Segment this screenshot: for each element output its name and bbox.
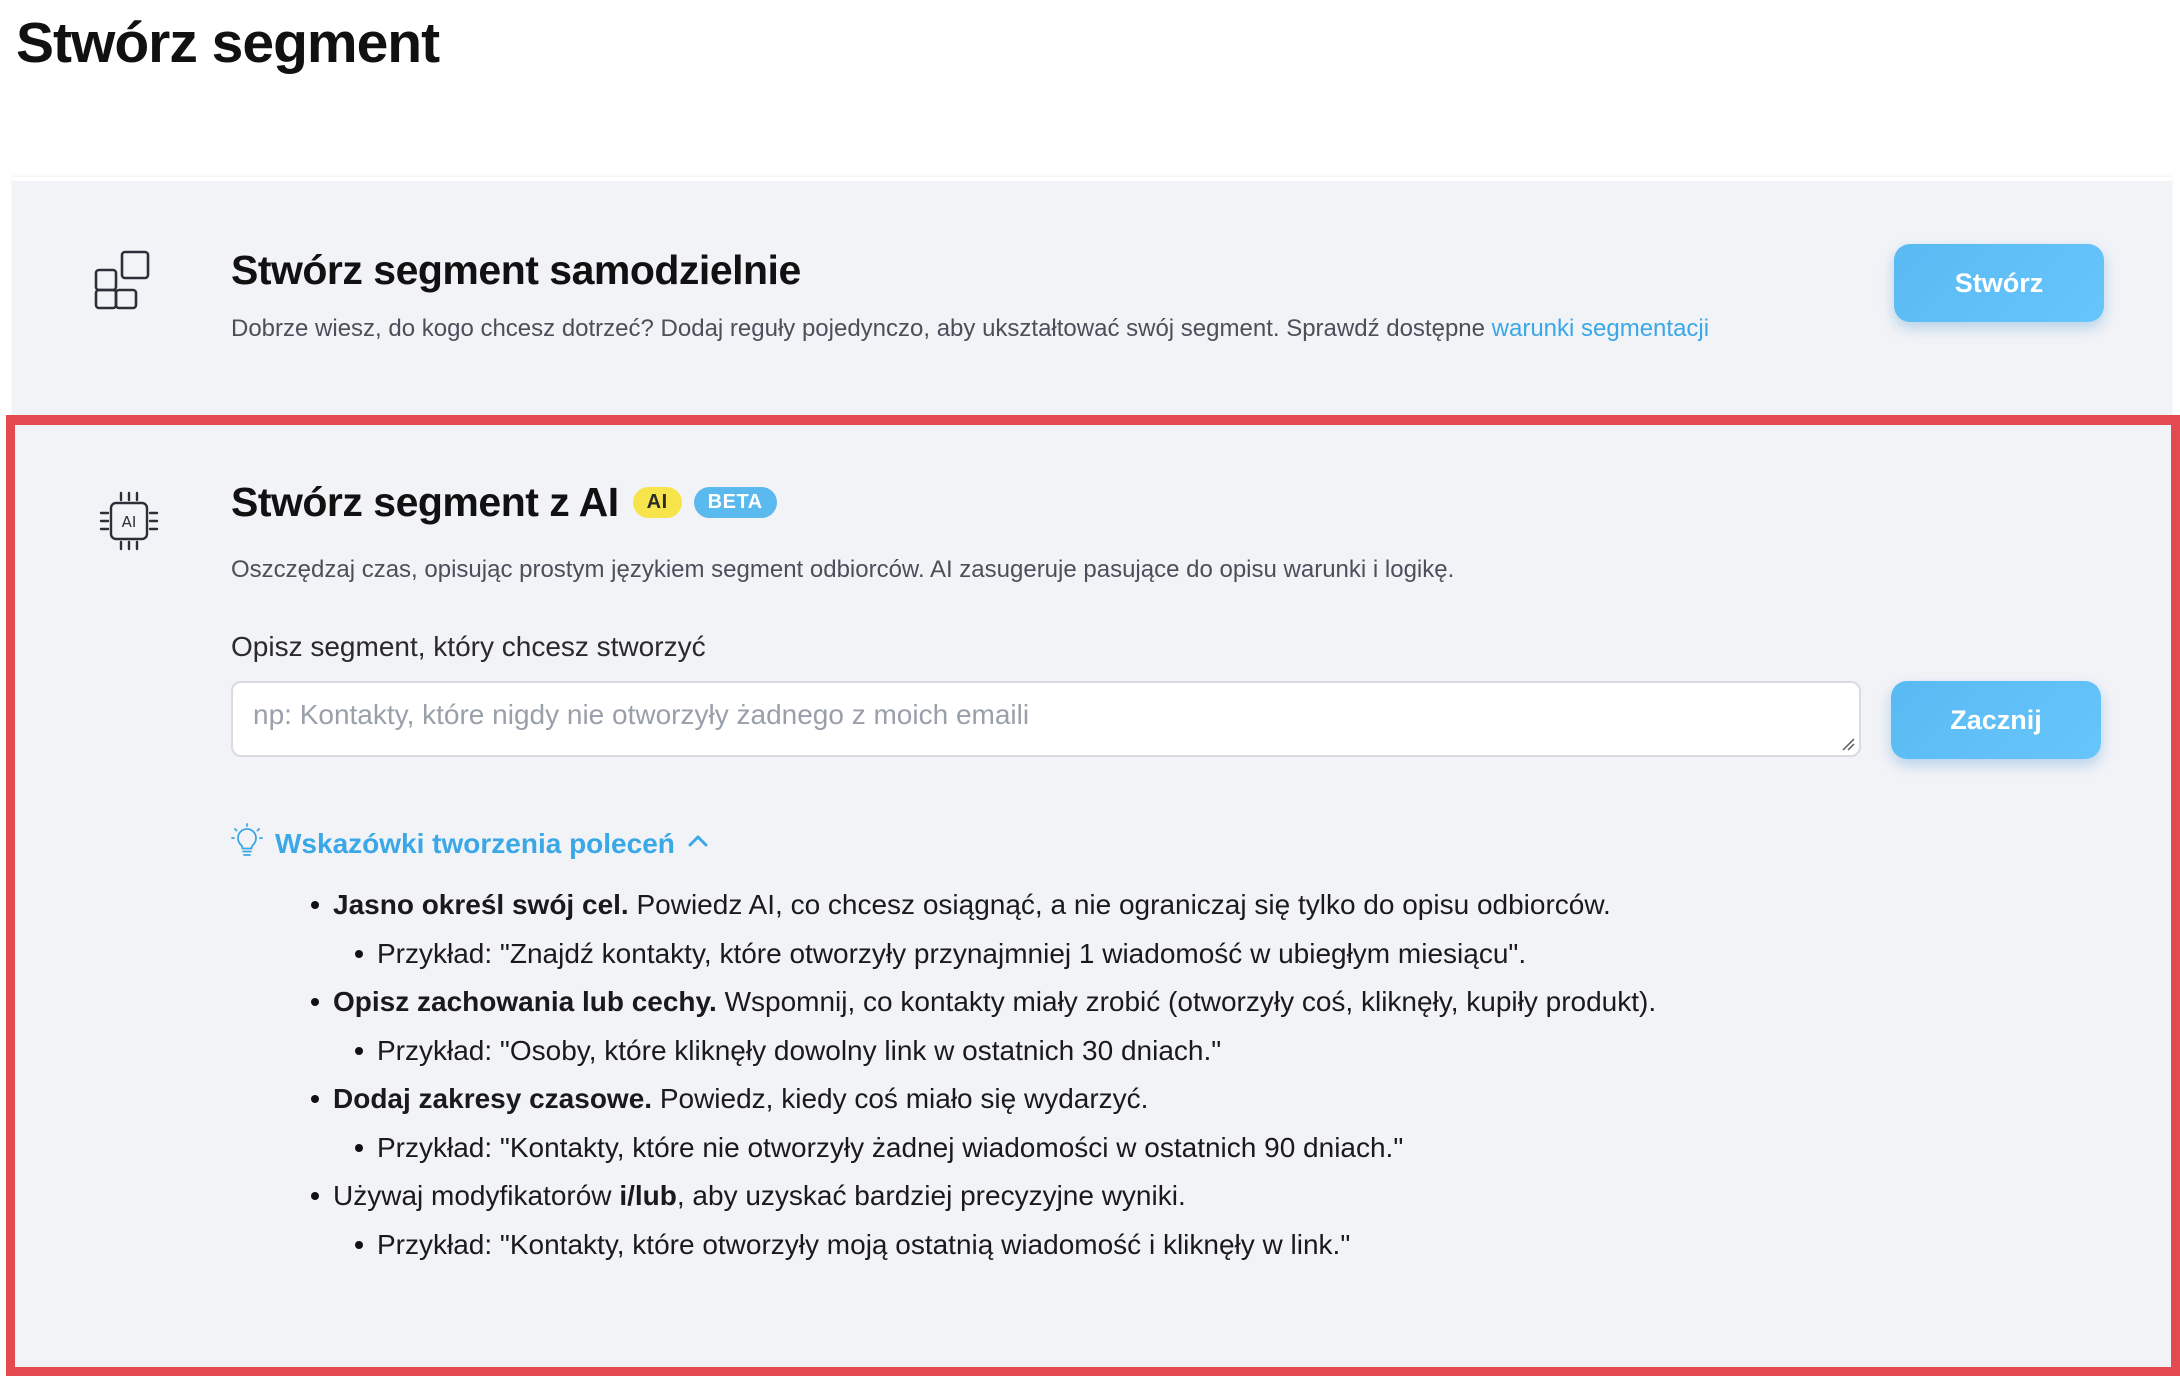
tip-text: Powiedz AI, co chcesz osiągnąć, a nie og… [628, 889, 1611, 920]
segment-description-field[interactable] [231, 681, 1861, 757]
tip-example: Przykład: "Osoby, które kliknęły dowolny… [311, 1027, 1656, 1076]
tip-item: Używaj modyfikatorów i/lub, aby uzyskać … [311, 1172, 1656, 1221]
segmentation-conditions-link[interactable]: warunki segmentacji [1492, 315, 1709, 342]
chevron-up-icon[interactable] [687, 834, 709, 853]
tip-text: , aby uzyskać bardziej precyzyjne wyniki… [676, 1180, 1186, 1211]
tip-text: Powiedz, kiedy coś miało się wydarzyć. [652, 1083, 1149, 1114]
blocks-icon [92, 248, 156, 312]
create-button[interactable]: Stwórz [1894, 244, 2104, 322]
tip-item: Jasno określ swój cel. Powiedz AI, co ch… [311, 881, 1656, 930]
prompt-tips-toggle[interactable]: Wskazówki tworzenia poleceń [231, 823, 709, 864]
segment-description-label: Opisz segment, który chcesz stworzyć [231, 631, 706, 662]
svg-text:AI: AI [122, 513, 137, 531]
page-title: Stwórz segment [16, 11, 440, 75]
manual-card-description: Dobrze wiesz, do kogo chcesz dotrzeć? Do… [231, 315, 1709, 343]
beta-badge: BETA [693, 487, 777, 518]
lightbulb-icon [231, 823, 263, 864]
tip-example: Przykład: "Znajdź kontakty, które otworz… [311, 930, 1656, 979]
prompt-tips-label[interactable]: Wskazówki tworzenia poleceń [275, 828, 675, 860]
prompt-tips-list: Jasno określ swój cel. Powiedz AI, co ch… [311, 881, 1656, 1269]
tip-example: Przykład: "Kontakty, które nie otworzyły… [311, 1124, 1656, 1173]
ai-card-title: Stwórz segment z AI AI BETA [231, 479, 777, 526]
tip-item: Opisz zachowania lub cechy. Wspomnij, co… [311, 978, 1656, 1027]
start-button[interactable]: Zacznij [1891, 681, 2101, 759]
tip-heading: Dodaj zakresy czasowe. [333, 1083, 653, 1114]
ai-card-description: Oszczędzaj czas, opisując prostym języki… [231, 556, 1455, 583]
resize-handle-icon[interactable] [1841, 737, 1855, 751]
ai-card-title-text: Stwórz segment z AI [231, 479, 619, 525]
manual-card-title: Stwórz segment samodzielnie [231, 247, 801, 293]
ai-badge: AI [632, 487, 682, 518]
tip-heading: Opisz zachowania lub cechy. [333, 986, 717, 1017]
manual-segment-card: Stwórz segment samodzielnie Dobrze wiesz… [12, 177, 2172, 421]
manual-description-text: Dobrze wiesz, do kogo chcesz dotrzeć? Do… [231, 315, 1492, 342]
tip-example: Przykład: "Kontakty, które otworzyły moj… [311, 1221, 1656, 1270]
ai-segment-card: AI Stwórz segment z AI AI BETA Oszczędza… [6, 415, 2180, 1376]
segment-description-input[interactable] [233, 683, 1859, 755]
ai-chip-icon: AI [97, 489, 161, 553]
tip-prefix: Używaj modyfikatorów [333, 1180, 620, 1211]
tip-text: Wspomnij, co kontakty miały zrobić (otwo… [716, 986, 1657, 1017]
tip-heading: i/lub [619, 1180, 677, 1211]
tip-heading: Jasno określ swój cel. [333, 889, 629, 920]
tip-item: Dodaj zakresy czasowe. Powiedz, kiedy co… [311, 1075, 1656, 1124]
